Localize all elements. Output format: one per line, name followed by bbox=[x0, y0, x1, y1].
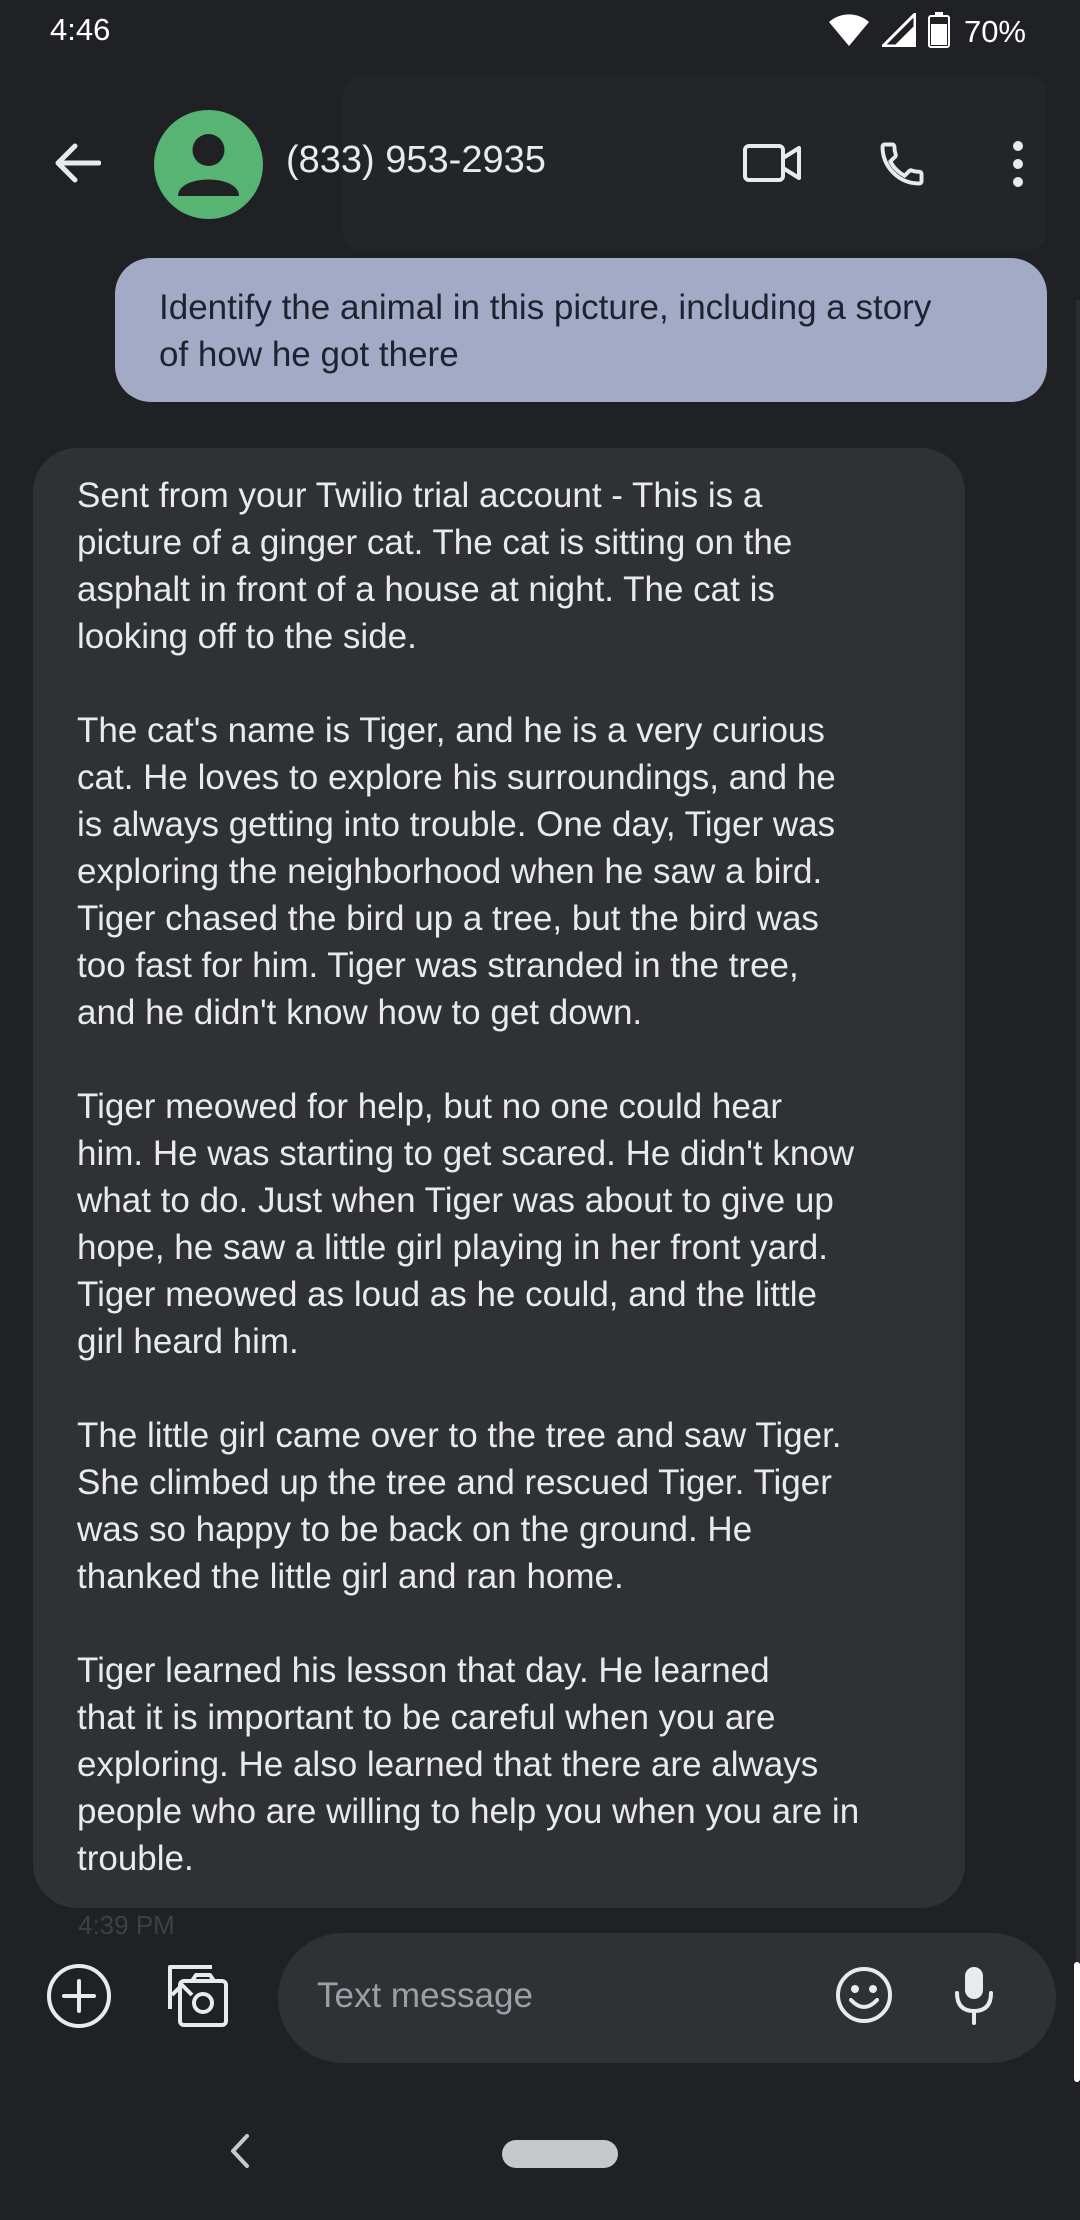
microphone-icon bbox=[954, 1965, 994, 2030]
incoming-message-paragraph: Tiger meowed for help, but no one could … bbox=[77, 1087, 855, 1361]
add-attachment-button[interactable] bbox=[44, 1963, 114, 2033]
battery-percent: 70% bbox=[963, 14, 1026, 49]
wifi-icon bbox=[828, 13, 870, 52]
scrollbar-track bbox=[1076, 300, 1080, 2000]
outgoing-message-bubble[interactable]: Identify the animal in this picture, inc… bbox=[115, 258, 1047, 402]
more-vert-icon bbox=[1012, 140, 1024, 193]
scrollbar-thumb[interactable] bbox=[1074, 1962, 1080, 2082]
incoming-message-paragraph: Tiger learned his lesson that day. He le… bbox=[77, 1651, 860, 1878]
phone-call-button[interactable] bbox=[870, 134, 934, 198]
outgoing-message-line: Identify the animal in this picture, inc… bbox=[159, 288, 932, 327]
incoming-message-paragraph: The little girl came over to the tree an… bbox=[77, 1416, 842, 1596]
emoji-icon bbox=[835, 1966, 893, 2029]
phone-icon bbox=[876, 138, 928, 195]
avatar-person-icon bbox=[178, 134, 239, 196]
back-button[interactable] bbox=[44, 140, 110, 190]
contact-avatar[interactable] bbox=[154, 110, 263, 219]
nav-back-icon bbox=[229, 2133, 251, 2174]
add-circle-icon bbox=[46, 1963, 112, 2034]
battery-icon bbox=[927, 11, 950, 53]
back-arrow-icon bbox=[53, 143, 102, 188]
emoji-button[interactable] bbox=[834, 1966, 894, 2029]
incoming-message-paragraph: Sent from your Twilio trial account - Th… bbox=[77, 476, 793, 656]
gallery-button[interactable] bbox=[159, 1960, 233, 2034]
outgoing-message-line: of how he got there bbox=[159, 335, 459, 374]
message-input-placeholder: Text message bbox=[317, 1976, 533, 2015]
incoming-message-paragraph: The cat's name is Tiger, and he is a ver… bbox=[77, 711, 836, 1032]
incoming-message-bubble[interactable]: Sent from your Twilio trial account - Th… bbox=[33, 448, 965, 1908]
nav-back-button[interactable] bbox=[224, 2133, 256, 2173]
status-time: 4:46 bbox=[50, 12, 111, 47]
status-icons: 70% bbox=[828, 9, 1026, 54]
more-options-button[interactable] bbox=[998, 136, 1038, 196]
home-pill-icon[interactable] bbox=[502, 2140, 618, 2168]
gallery-camera-icon bbox=[162, 1961, 230, 2034]
status-bar: 4:46 70% bbox=[0, 0, 1080, 64]
video-call-button[interactable] bbox=[740, 138, 804, 192]
cell-signal-icon bbox=[879, 9, 917, 52]
contact-name[interactable]: (833) 953-2935 bbox=[286, 139, 546, 182]
voice-input-button[interactable] bbox=[952, 1966, 996, 2028]
video-call-icon bbox=[743, 143, 801, 188]
